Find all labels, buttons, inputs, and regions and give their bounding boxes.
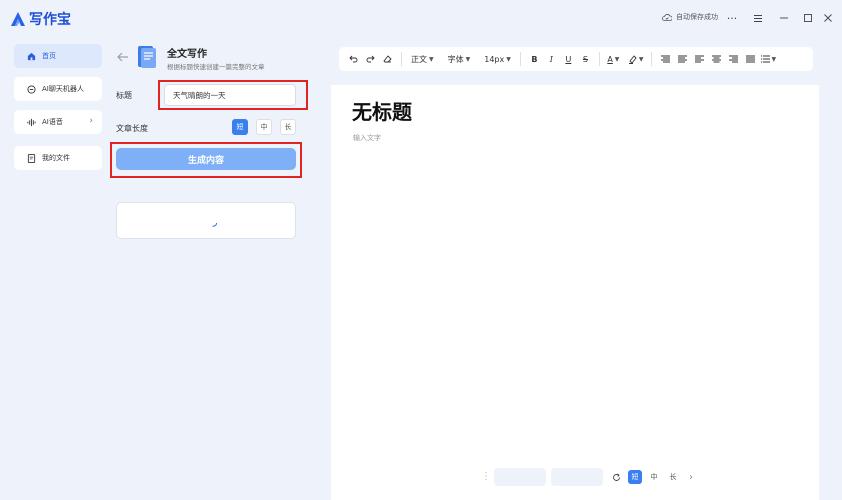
document-title[interactable]: 无标题 — [352, 96, 412, 125]
toolbar-divider — [598, 52, 600, 66]
logo-icon — [11, 12, 25, 26]
chevron-right-icon[interactable]: › — [684, 470, 698, 484]
drag-handle-icon[interactable]: ⋮ — [481, 471, 491, 482]
editor-placeholder[interactable]: 输入文字 — [353, 133, 381, 143]
home-icon — [27, 52, 36, 60]
save-status: 自动保存成功 — [662, 12, 718, 22]
chevron-right-icon: › — [89, 116, 93, 126]
title-input[interactable] — [164, 84, 296, 106]
bottom-action-button-2[interactable] — [551, 468, 603, 486]
sidebar-item-home[interactable]: 首页 — [14, 44, 102, 68]
bottom-length-short[interactable]: 短 — [628, 470, 642, 484]
paragraph-style-value: 正文 — [411, 54, 427, 64]
align-justify-icon[interactable] — [657, 49, 674, 69]
bottom-length-long[interactable]: 长 — [666, 470, 680, 484]
eraser-icon[interactable] — [379, 49, 396, 69]
maximize-button[interactable] — [800, 10, 816, 26]
undo-icon[interactable] — [345, 49, 362, 69]
editor-area[interactable] — [331, 85, 819, 500]
waveform-icon — [27, 118, 36, 126]
file-icon — [27, 153, 36, 163]
bold-button[interactable]: B — [526, 49, 543, 69]
align-center-icon[interactable] — [708, 49, 725, 69]
italic-button[interactable]: I — [543, 49, 560, 69]
highlight-color-button[interactable]: ▼ — [626, 49, 646, 69]
generate-button[interactable]: 生成内容 — [116, 148, 296, 170]
title-label: 标题 — [116, 91, 132, 100]
paragraph-style-select[interactable]: 正文 ▼ — [407, 49, 438, 69]
loading-spinner-icon — [212, 222, 217, 227]
strikethrough-button[interactable]: S — [577, 49, 594, 69]
redo-icon[interactable] — [362, 49, 379, 69]
title-bar: 写作宝 自动保存成功 ··· — [0, 0, 842, 38]
chevron-down-icon: ▼ — [771, 55, 777, 63]
align-full-icon[interactable] — [742, 49, 759, 69]
editor-toolbar: 正文 ▼ 字体 ▼ 14px ▼ B I U S A ▼ ▼ ▼ — [339, 47, 813, 71]
chevron-down-icon: ▼ — [638, 55, 644, 63]
toolbar-divider — [401, 52, 402, 66]
bottom-length-medium[interactable]: 中 — [647, 470, 661, 484]
sidebar-item-label: 我的文件 — [42, 154, 70, 162]
sidebar-item-ai-chat[interactable]: AI聊天机器人 — [14, 77, 102, 101]
font-size-select[interactable]: 14px ▼ — [480, 49, 515, 69]
length-option-short[interactable]: 短 — [232, 119, 248, 135]
close-button[interactable] — [820, 10, 836, 26]
align-right-icon[interactable] — [725, 49, 742, 69]
panel-subtitle: 根据标题快速创建一篇完整的文章 — [167, 63, 265, 71]
menu-icon[interactable] — [750, 10, 766, 26]
chevron-down-icon: ▼ — [429, 55, 434, 63]
refresh-icon[interactable] — [609, 470, 623, 484]
sidebar-item-label: 首页 — [42, 52, 56, 60]
underline-button[interactable]: U — [560, 49, 577, 69]
app-logo: 写作宝 — [10, 9, 71, 29]
align-left-icon[interactable] — [691, 49, 708, 69]
sidebar-item-label: AI语音 — [42, 118, 63, 126]
font-color-button[interactable]: A ▼ — [605, 49, 622, 69]
font-family-select[interactable]: 字体 ▼ — [444, 49, 475, 69]
align-indent-icon[interactable] — [674, 49, 691, 69]
minimize-button[interactable] — [776, 10, 792, 26]
panel-title: 全文写作 — [167, 49, 207, 60]
chevron-down-icon: ▼ — [465, 55, 471, 63]
list-icon[interactable]: ▼ — [759, 49, 779, 69]
font-color-label: A — [607, 54, 613, 64]
sidebar-item-ai-voice[interactable]: AI语音 › — [14, 110, 102, 134]
font-size-value: 14px — [484, 54, 505, 64]
app-name: 写作宝 — [29, 12, 71, 28]
font-family-value: 字体 — [447, 54, 464, 64]
toolbar-divider — [519, 52, 521, 66]
toolbar-divider — [650, 52, 652, 66]
sidebar-item-label: AI聊天机器人 — [42, 85, 84, 93]
length-label: 文章长度 — [116, 124, 148, 133]
chat-icon — [27, 84, 36, 94]
chevron-down-icon: ▼ — [506, 55, 511, 63]
more-horizontal-icon[interactable]: ··· — [724, 10, 740, 26]
sidebar-item-my-files[interactable]: 我的文件 — [14, 146, 102, 170]
highlighter-icon — [628, 54, 637, 64]
back-arrow-icon[interactable] — [116, 50, 130, 64]
length-option-long[interactable]: 长 — [280, 119, 296, 135]
length-option-medium[interactable]: 中 — [256, 119, 272, 135]
cloud-check-icon — [662, 14, 672, 21]
result-box — [116, 202, 296, 239]
document-icon — [138, 46, 156, 68]
chevron-down-icon: ▼ — [614, 55, 620, 63]
save-status-text: 自动保存成功 — [676, 13, 718, 21]
bottom-action-button-1[interactable] — [494, 468, 546, 486]
